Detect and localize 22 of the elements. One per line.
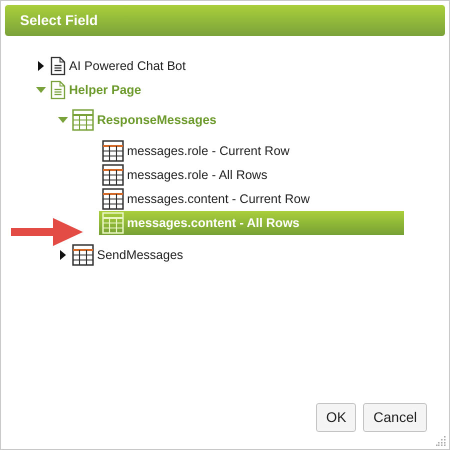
resize-grip-icon[interactable]: [436, 436, 446, 446]
tree-item[interactable]: messages.content - Current Row: [124, 187, 313, 211]
tree-item[interactable]: messages.role - Current Row: [124, 139, 293, 163]
pointer-arrow-icon: [9, 217, 85, 247]
table-icon: [72, 109, 94, 131]
tree-item[interactable]: messages.role - All Rows: [124, 163, 270, 187]
cancel-button[interactable]: Cancel: [363, 403, 427, 432]
collapse-arrow-icon[interactable]: [36, 85, 46, 95]
table-icon: [102, 188, 124, 210]
document-icon: [50, 56, 66, 76]
dialog-title: Select Field: [5, 5, 445, 36]
document-icon: [50, 80, 66, 100]
tree-item[interactable]: SendMessages: [94, 243, 186, 267]
ok-button[interactable]: OK: [316, 403, 356, 432]
table-icon: [102, 212, 124, 234]
collapse-arrow-icon[interactable]: [58, 115, 68, 125]
table-icon: [102, 140, 124, 162]
table-icon: [102, 164, 124, 186]
tree-item[interactable]: AI Powered Chat Bot: [66, 54, 189, 78]
expand-arrow-icon[interactable]: [58, 250, 68, 260]
expand-arrow-icon[interactable]: [36, 61, 46, 71]
table-icon: [72, 244, 94, 266]
